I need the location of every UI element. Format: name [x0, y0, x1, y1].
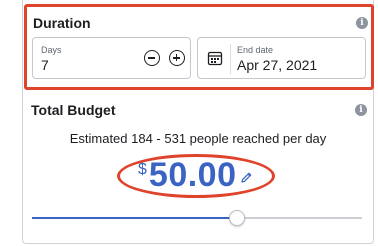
- total-budget-title: Total Budget: [31, 102, 116, 118]
- field-divider: [230, 44, 231, 74]
- duration-title: Duration: [33, 15, 91, 31]
- days-value[interactable]: 7: [41, 57, 49, 73]
- info-icon[interactable]: i: [355, 104, 367, 116]
- increase-days-button[interactable]: [169, 50, 185, 66]
- slider-fill: [32, 217, 237, 219]
- slider-thumb[interactable]: [229, 210, 245, 226]
- end-date-value[interactable]: Apr 27, 2021: [237, 57, 317, 73]
- end-date-field[interactable]: End date Apr 27, 2021: [197, 37, 366, 79]
- duration-section: Duration i Days 7 End date Apr 27, 2021: [24, 4, 374, 90]
- budget-slider[interactable]: [32, 210, 362, 226]
- days-field[interactable]: Days 7: [32, 37, 191, 79]
- info-icon[interactable]: i: [356, 17, 368, 29]
- highlight-oval: [117, 154, 275, 198]
- calendar-icon: [207, 50, 223, 71]
- days-label: Days: [41, 45, 62, 55]
- decrease-days-button[interactable]: [144, 50, 160, 66]
- end-date-label: End date: [237, 45, 274, 55]
- reach-estimate-text: Estimated 184 - 531 people reached per d…: [69, 131, 327, 146]
